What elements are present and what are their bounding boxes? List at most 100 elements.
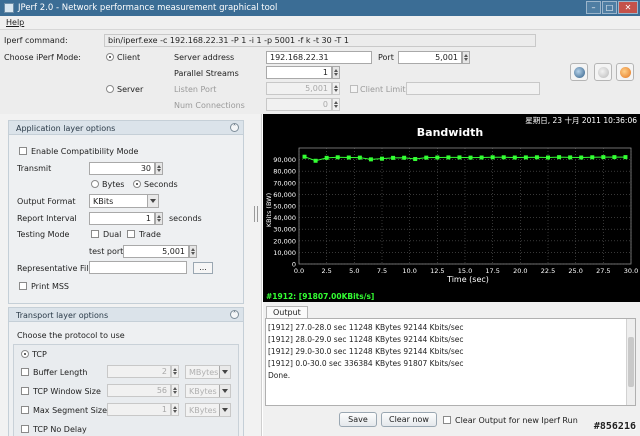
chart-y-tick: 20,000 <box>273 237 296 245</box>
output-scrollbar[interactable] <box>626 319 635 405</box>
seconds-radio[interactable] <box>133 180 141 188</box>
chevron-down-icon <box>219 385 230 397</box>
chart-point <box>501 155 506 160</box>
trade-checkbox[interactable] <box>127 230 135 238</box>
chart-x-tick: 5.0 <box>349 267 359 275</box>
minimize-button[interactable]: – <box>586 1 601 14</box>
chart-point <box>335 155 340 160</box>
chart-y-label: KBits (BW) <box>265 193 273 227</box>
close-button[interactable]: ✕ <box>618 1 638 14</box>
tcp-no-delay-checkbox[interactable] <box>21 425 29 433</box>
clear-output-checkbox[interactable] <box>443 416 451 424</box>
listen-port-stepper[interactable] <box>332 82 340 95</box>
client-limit-input[interactable] <box>406 82 540 95</box>
run-iperf-button[interactable] <box>570 63 588 81</box>
bytes-radio[interactable] <box>91 180 99 188</box>
splitter-handle[interactable] <box>253 206 259 222</box>
dual-checkbox[interactable] <box>91 230 99 238</box>
num-connections-stepper[interactable] <box>332 98 340 111</box>
restore-defaults-button[interactable] <box>616 63 634 81</box>
max-segment-label: Max Segment Size <box>33 406 108 415</box>
command-area: Iperf command: bin/iperf.exe -c 192.168.… <box>0 30 640 114</box>
chart-point <box>324 155 329 160</box>
transmit-stepper[interactable] <box>155 162 163 175</box>
chart-point <box>546 155 550 160</box>
chart-x-tick: 2.5 <box>321 267 331 275</box>
server-radio[interactable] <box>106 85 114 93</box>
chart-y-tick: 60,000 <box>273 191 296 199</box>
tab-output[interactable]: Output <box>266 306 308 318</box>
output-line: [1912] 0.0-30.0 sec 336384 KBytes 91807 … <box>268 359 464 368</box>
max-segment-checkbox[interactable] <box>21 406 29 414</box>
listen-port-label: Listen Port <box>174 85 217 94</box>
client-label: Client <box>117 53 141 62</box>
chart-legend: #1912: [91807.00KBits/s] <box>266 292 374 301</box>
buffer-length-checkbox[interactable] <box>21 368 29 376</box>
chart-point <box>479 155 484 160</box>
port-stepper[interactable] <box>462 51 470 64</box>
clear-output-label: Clear Output for new Iperf Run <box>455 416 578 425</box>
tcp-radio[interactable] <box>21 350 29 358</box>
client-radio[interactable] <box>106 53 114 61</box>
parallel-streams-label: Parallel Streams <box>174 69 239 78</box>
stop-iperf-button[interactable] <box>594 63 612 81</box>
max-segment-input[interactable]: 1 <box>107 403 171 416</box>
output-format-select[interactable]: KBits <box>89 194 159 208</box>
report-interval-input[interactable]: 1 <box>89 212 155 225</box>
results-pane: 星期日, 23 十月 2011 10:36:06 Bandwidth Time … <box>263 114 640 436</box>
chart-y-tick: 50,000 <box>273 203 296 211</box>
application-layer-panel: Application layer options ˄ Enable Compa… <box>8 120 244 304</box>
tcp-window-stepper[interactable] <box>171 384 179 397</box>
representative-file-input[interactable] <box>89 261 187 274</box>
mode-label: Choose iPerf Mode: <box>4 53 81 62</box>
browse-button[interactable]: ... <box>193 262 213 274</box>
listen-port-input[interactable]: 5,001 <box>266 82 332 95</box>
test-port-input[interactable]: 5,001 <box>123 245 189 258</box>
transport-layer-header[interactable]: Transport layer options ˄ <box>9 308 243 322</box>
port-input[interactable]: 5,001 <box>398 51 462 64</box>
menu-help[interactable]: Help <box>6 18 24 27</box>
collapse-icon[interactable]: ˄ <box>230 123 239 132</box>
iperf-command-field[interactable]: bin/iperf.exe -c 192.168.22.31 -P 1 -i 1… <box>104 34 536 47</box>
chart-y-tick: 80,000 <box>273 168 296 176</box>
bandwidth-chart: 星期日, 23 十月 2011 10:36:06 Bandwidth Time … <box>263 114 640 302</box>
parallel-streams-input[interactable]: 1 <box>266 66 332 79</box>
client-limit-checkbox[interactable] <box>350 85 358 93</box>
scrollbar-thumb[interactable] <box>628 337 634 387</box>
chart-x-tick: 17.5 <box>485 267 499 275</box>
tcp-window-checkbox[interactable] <box>21 387 29 395</box>
mss-unit-select[interactable]: KBytes <box>185 403 231 417</box>
server-label: Server <box>117 85 144 94</box>
client-limit-label: Client Limit <box>360 85 406 94</box>
buffer-length-input[interactable]: 2 <box>107 365 171 378</box>
application-layer-title: Application layer options <box>16 124 116 133</box>
save-button[interactable]: Save <box>339 412 377 427</box>
buffer-length-stepper[interactable] <box>171 365 179 378</box>
transmit-label: Transmit <box>17 164 52 173</box>
print-mss-checkbox[interactable] <box>19 282 27 290</box>
tcp-label: TCP <box>32 350 47 359</box>
trade-label: Trade <box>139 230 161 239</box>
report-interval-stepper[interactable] <box>155 212 163 225</box>
choose-protocol-label: Choose the protocol to use <box>17 331 125 340</box>
window-unit-select[interactable]: KBytes <box>185 384 231 398</box>
num-connections-input[interactable]: 0 <box>266 98 332 111</box>
output-line: [1912] 29.0-30.0 sec 11248 KBytes 92144 … <box>268 347 464 356</box>
test-port-stepper[interactable] <box>189 245 197 258</box>
compatibility-mode-checkbox[interactable] <box>19 147 27 155</box>
server-address-input[interactable]: 192.168.22.31 <box>266 51 372 64</box>
application-layer-header[interactable]: Application layer options ˄ <box>9 121 243 135</box>
transport-layer-panel: Transport layer options ˄ Choose the pro… <box>8 307 244 436</box>
output-format-value: KBits <box>93 197 114 206</box>
transmit-input[interactable]: 30 <box>89 162 155 175</box>
parallel-streams-stepper[interactable] <box>332 66 340 79</box>
tcp-window-input[interactable]: 56 <box>107 384 171 397</box>
buffer-unit-select[interactable]: MBytes <box>185 365 231 379</box>
clear-now-button[interactable]: Clear now <box>381 412 437 427</box>
chart-point <box>424 155 429 160</box>
chart-y-tick: 10,000 <box>273 249 296 257</box>
chart-point <box>435 155 440 160</box>
collapse-icon[interactable]: ˄ <box>230 310 239 319</box>
maximize-button[interactable]: □ <box>602 1 617 14</box>
max-segment-stepper[interactable] <box>171 403 179 416</box>
